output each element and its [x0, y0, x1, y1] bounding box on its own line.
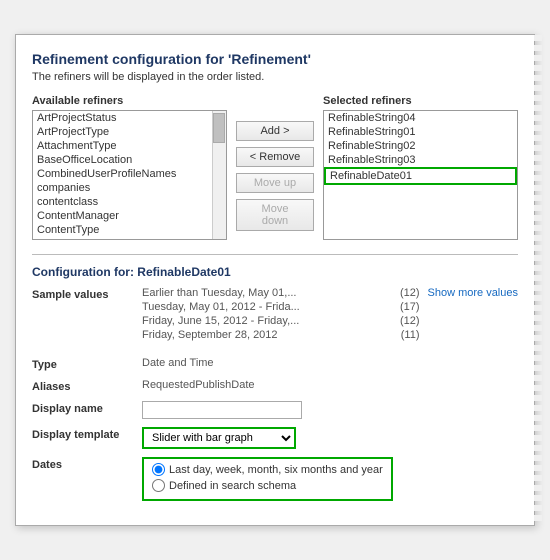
aliases-value: RequestedPublishDate	[142, 379, 518, 391]
available-refiners-listbox[interactable]: ArtProjectStatus ArtProjectType Attachme…	[32, 110, 227, 240]
type-value: Date and Time	[142, 357, 518, 369]
dates-radio-group: Last day, week, month, six months and ye…	[142, 457, 393, 501]
display-template-row: Display template Slider with bar graph M…	[32, 427, 518, 449]
aliases-label: Aliases	[32, 379, 142, 393]
dates-options: Last day, week, month, six months and ye…	[142, 457, 393, 501]
list-item[interactable]: ContentManager	[33, 209, 212, 223]
transfer-buttons: Add > < Remove Move up Move down	[235, 95, 315, 240]
scrollbar[interactable]	[212, 111, 226, 239]
list-item[interactable]: BaseOfficeLocation	[33, 153, 212, 167]
selected-refiners-panel: Selected refiners RefinableString04 Refi…	[323, 95, 518, 240]
list-item[interactable]: ContentType	[33, 223, 212, 237]
list-item[interactable]: RefinableString03	[324, 153, 517, 167]
config-title: Configuration for: RefinableDate01	[32, 265, 518, 279]
available-refiners-panel: Available refiners ArtProjectStatus ArtP…	[32, 95, 227, 240]
sample-text: Friday, September 28, 2012	[142, 329, 278, 341]
display-name-label: Display name	[32, 401, 142, 415]
radio-defined-label: Defined in search schema	[169, 480, 296, 492]
sample-values-content: Earlier than Tuesday, May 01,... (12) Tu…	[142, 287, 420, 343]
list-item[interactable]: RefinableString01	[324, 125, 517, 139]
display-template-label: Display template	[32, 427, 142, 441]
sample-value-line: Friday, June 15, 2012 - Friday,... (12)	[142, 315, 420, 327]
radio-row-last-day: Last day, week, month, six months and ye…	[152, 463, 383, 476]
dates-row: Dates Last day, week, month, six months …	[32, 457, 518, 501]
scroll-thumb[interactable]	[213, 113, 225, 143]
sample-text: Tuesday, May 01, 2012 - Frida...	[142, 301, 300, 313]
show-more-link[interactable]: Show more values	[428, 287, 519, 299]
sample-count: (12)	[400, 315, 420, 327]
sample-count: (12)	[400, 287, 420, 299]
sample-text: Earlier than Tuesday, May 01,...	[142, 287, 296, 299]
list-item[interactable]: CombinedUserProfileNames	[33, 167, 212, 181]
sample-count: (11)	[401, 329, 420, 341]
radio-row-defined: Defined in search schema	[152, 479, 383, 492]
dialog-title: Refinement configuration for 'Refinement…	[32, 51, 518, 67]
list-item[interactable]: ContentTypeId	[33, 237, 212, 240]
sample-value-line: Tuesday, May 01, 2012 - Frida... (17)	[142, 301, 420, 313]
remove-button[interactable]: < Remove	[236, 147, 314, 167]
display-name-input[interactable]	[142, 401, 302, 419]
list-item[interactable]: companies	[33, 181, 212, 195]
sample-value-line: Earlier than Tuesday, May 01,... (12)	[142, 287, 420, 299]
radio-last-day[interactable]	[152, 463, 165, 476]
list-item[interactable]: RefinableString04	[324, 111, 517, 125]
sample-values-label: Sample values	[32, 287, 142, 301]
refinement-dialog: Refinement configuration for 'Refinement…	[15, 34, 535, 526]
aliases-row: Aliases RequestedPublishDate	[32, 379, 518, 393]
selected-refiners-label: Selected refiners	[323, 95, 518, 107]
sample-count: (17)	[400, 301, 420, 313]
add-button[interactable]: Add >	[236, 121, 314, 141]
move-down-button[interactable]: Move down	[236, 199, 314, 231]
config-section: Configuration for: RefinableDate01 Sampl…	[32, 254, 518, 501]
type-label: Type	[32, 357, 142, 371]
list-item[interactable]: ArtProjectType	[33, 125, 212, 139]
type-row: Type Date and Time	[32, 357, 518, 371]
display-template-select[interactable]: Slider with bar graph Multi-value refine…	[144, 429, 294, 447]
list-item-selected[interactable]: RefinableDate01	[324, 167, 517, 185]
list-item[interactable]: AttachmentType	[33, 139, 212, 153]
dates-label: Dates	[32, 457, 142, 471]
sample-values-row: Sample values Earlier than Tuesday, May …	[32, 287, 518, 343]
list-item[interactable]: ArtProjectStatus	[33, 111, 212, 125]
display-name-row: Display name	[32, 401, 518, 419]
sample-value-line: Friday, September 28, 2012 (11)	[142, 329, 420, 341]
sample-text: Friday, June 15, 2012 - Friday,...	[142, 315, 299, 327]
move-up-button[interactable]: Move up	[236, 173, 314, 193]
available-refiners-label: Available refiners	[32, 95, 227, 107]
radio-last-day-label: Last day, week, month, six months and ye…	[169, 464, 383, 476]
dialog-subtitle: The refiners will be displayed in the or…	[32, 71, 518, 83]
list-item[interactable]: RefinableString02	[324, 139, 517, 153]
display-template-select-wrapper: Slider with bar graph Multi-value refine…	[142, 427, 296, 449]
selected-refiners-listbox[interactable]: RefinableString04 RefinableString01 Refi…	[323, 110, 518, 240]
radio-defined[interactable]	[152, 479, 165, 492]
list-item[interactable]: contentclass	[33, 195, 212, 209]
